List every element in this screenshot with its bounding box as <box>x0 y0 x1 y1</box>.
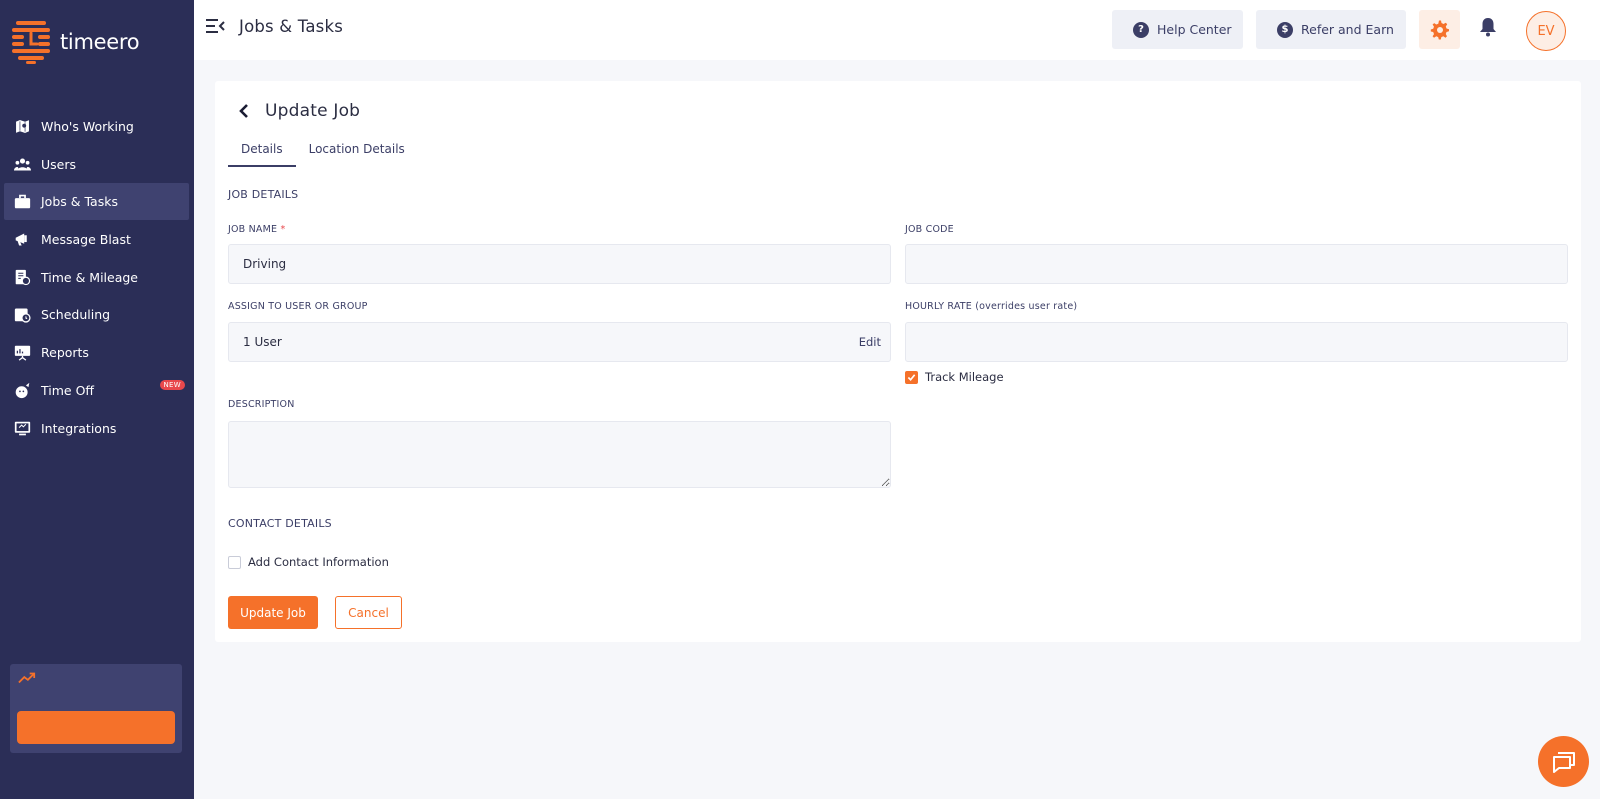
logo-text: timeero <box>60 30 140 54</box>
track-mileage-checkbox[interactable] <box>905 370 918 384</box>
sidebar-item-label: Reports <box>41 345 89 361</box>
sidebar-item-label: Jobs & Tasks <box>41 194 118 210</box>
beach-icon <box>13 381 31 399</box>
add-contact-label: Add Contact Information <box>248 555 389 569</box>
dollar-icon: $ <box>1277 21 1293 38</box>
help-center-button[interactable]: ? Help Center <box>1112 10 1243 49</box>
sidebar-item-whos-working[interactable]: Who's Working <box>4 108 189 145</box>
job-code-input[interactable] <box>905 244 1568 284</box>
job-code-label: JOB CODE <box>905 224 954 235</box>
assign-edit-link[interactable]: Edit <box>859 335 881 349</box>
sidebar-item-label: Users <box>41 156 77 172</box>
timeero-logo[interactable]: timeero <box>12 18 140 66</box>
job-name-input[interactable]: Driving <box>228 244 891 284</box>
hourly-rate-input[interactable] <box>905 322 1568 362</box>
tab-location-details[interactable]: Location Details <box>296 139 418 167</box>
settings-button[interactable] <box>1419 10 1460 49</box>
sidebar-item-label: Scheduling <box>41 307 111 323</box>
presentation-icon <box>13 344 31 362</box>
timeero-logo-icon <box>12 19 52 65</box>
track-mileage-label: Track Mileage <box>925 370 1004 384</box>
top-header: Jobs & Tasks ? Help Center $ Refer and E… <box>194 0 1600 60</box>
upgrade-button[interactable] <box>17 711 175 744</box>
sidebar-item-label: Time & Mileage <box>41 269 138 285</box>
check-icon <box>907 373 916 381</box>
timesheet-icon <box>13 268 31 286</box>
form-title: Update Job <box>265 101 361 121</box>
chevron-left-icon[interactable] <box>237 103 251 119</box>
contact-details-heading: CONTACT DETAILS <box>228 517 332 530</box>
hourly-rate-label: HOURLY RATE (overrides user rate) <box>905 301 1078 312</box>
track-mileage-row[interactable]: Track Mileage <box>905 370 1004 384</box>
refer-earn-button[interactable]: $ Refer and Earn <box>1256 10 1406 49</box>
map-icon <box>13 118 31 136</box>
sidebar-item-integrations[interactable]: Integrations <box>4 410 189 447</box>
sidebar: timeero Who's Working Users Jobs & Tasks… <box>0 0 194 799</box>
sidebar-item-time-mileage[interactable]: Time & Mileage <box>4 259 189 296</box>
description-label: DESCRIPTION <box>228 399 295 410</box>
help-center-label: Help Center <box>1157 22 1232 37</box>
job-name-label-text: JOB NAME <box>228 224 278 235</box>
required-marker: * <box>280 224 286 235</box>
sidebar-item-label: Message Blast <box>41 232 131 248</box>
gear-icon <box>1430 20 1449 39</box>
sidebar-item-reports[interactable]: Reports <box>4 334 189 371</box>
sidebar-item-message-blast[interactable]: Message Blast <box>4 221 189 258</box>
update-job-card: Update Job Details Location Details JOB … <box>215 81 1581 642</box>
sidebar-item-users[interactable]: Users <box>4 146 189 183</box>
page-title: Jobs & Tasks <box>239 17 343 36</box>
sidebar-item-time-off[interactable]: Time Off NEW <box>4 372 189 409</box>
megaphone-icon <box>13 231 31 249</box>
chat-icon <box>1552 751 1575 773</box>
description-textarea[interactable] <box>228 421 891 488</box>
briefcase-icon <box>13 193 31 211</box>
sidebar-item-label: Integrations <box>41 420 117 436</box>
sidebar-item-jobs-tasks[interactable]: Jobs & Tasks <box>4 183 189 221</box>
add-contact-checkbox[interactable] <box>228 555 241 569</box>
new-badge: NEW <box>159 379 185 390</box>
assign-value: 1 User <box>243 335 282 349</box>
sidebar-nav: Who's Working Users Jobs & Tasks Message… <box>4 108 189 447</box>
refer-earn-label: Refer and Earn <box>1301 22 1394 37</box>
job-details-heading: JOB DETAILS <box>228 188 299 201</box>
job-name-label: JOB NAME * <box>228 224 285 235</box>
calendar-clock-icon <box>13 306 31 324</box>
add-contact-row[interactable]: Add Contact Information <box>228 555 389 569</box>
menu-collapse-icon[interactable] <box>205 17 225 35</box>
question-icon: ? <box>1133 21 1149 38</box>
user-avatar[interactable]: EV <box>1526 11 1566 51</box>
sidebar-item-label: Who's Working <box>41 119 134 134</box>
sidebar-item-label: Time Off <box>41 382 95 398</box>
users-icon <box>13 155 31 173</box>
title-row: Update Job <box>237 101 360 121</box>
trending-up-icon <box>18 672 36 684</box>
update-job-button[interactable]: Update Job <box>228 596 318 629</box>
bell-icon[interactable] <box>1479 17 1497 37</box>
form-tabs: Details Location Details <box>228 139 418 167</box>
sidebar-item-scheduling[interactable]: Scheduling <box>4 296 189 333</box>
assign-label: ASSIGN TO USER OR GROUP <box>228 301 368 312</box>
cancel-button[interactable]: Cancel <box>335 596 402 629</box>
chat-button[interactable] <box>1538 736 1589 787</box>
upgrade-card <box>10 664 182 753</box>
tab-details[interactable]: Details <box>228 139 296 167</box>
monitor-icon <box>13 419 31 437</box>
assign-user-field[interactable]: 1 User Edit <box>228 322 891 362</box>
